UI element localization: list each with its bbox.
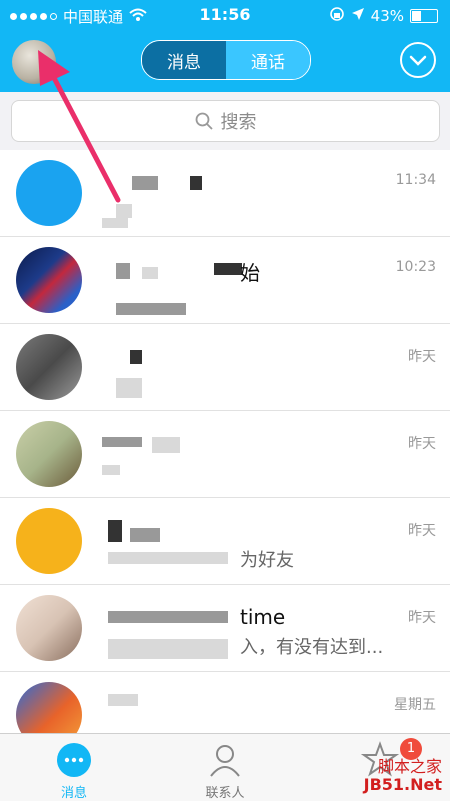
conversation-list: 11:34 始 10:23 昨天 昨天 为好友 昨天 time 入，有没有达到.… bbox=[0, 150, 450, 759]
status-bar: 中国联通 11:56 43% bbox=[0, 0, 450, 30]
contact-avatar bbox=[16, 595, 82, 661]
conversation-row[interactable]: 11:34 bbox=[0, 150, 450, 237]
contact-name-redacted bbox=[102, 172, 282, 196]
message-bubble-icon bbox=[54, 740, 94, 780]
search-icon bbox=[195, 112, 213, 130]
app-header: 中国联通 11:56 43% 消息 通话 bbox=[0, 0, 450, 92]
more-dropdown-button[interactable] bbox=[400, 42, 436, 78]
contact-avatar bbox=[16, 160, 82, 226]
search-placeholder: 搜索 bbox=[220, 112, 257, 133]
tab-contacts-label: 联系人 bbox=[205, 786, 245, 801]
conversation-row[interactable]: 昨天 bbox=[0, 411, 450, 498]
location-icon bbox=[351, 7, 365, 25]
message-preview-redacted bbox=[102, 287, 402, 315]
contact-avatar bbox=[16, 421, 82, 487]
conversation-row[interactable]: 为好友 昨天 bbox=[0, 498, 450, 585]
conversation-row[interactable]: 昨天 bbox=[0, 324, 450, 411]
message-preview-redacted bbox=[102, 200, 402, 228]
contact-avatar bbox=[16, 247, 82, 313]
rotation-lock-icon bbox=[329, 6, 345, 26]
message-time: 昨天 bbox=[408, 610, 436, 626]
message-time: 昨天 bbox=[408, 523, 436, 539]
tab-calls[interactable]: 通话 bbox=[226, 41, 310, 79]
message-preview-redacted bbox=[102, 374, 402, 398]
contact-name-visible: 始 bbox=[240, 261, 260, 285]
site-watermark: 脚本之家 JB51.Net bbox=[364, 758, 442, 794]
chevron-down-icon bbox=[409, 55, 427, 66]
contact-avatar bbox=[16, 508, 82, 574]
contact-name-redacted bbox=[102, 346, 282, 370]
tab-messages-label: 消息 bbox=[60, 786, 87, 801]
conversation-row[interactable]: time 入，有没有达到... 昨天 bbox=[0, 585, 450, 672]
contacts-person-icon bbox=[205, 740, 245, 780]
my-avatar[interactable] bbox=[12, 40, 56, 84]
watermark-line-1: 脚本之家 bbox=[377, 757, 442, 776]
message-time: 昨天 bbox=[408, 436, 436, 452]
status-right: 43% bbox=[329, 6, 438, 26]
conversation-row[interactable]: 始 10:23 bbox=[0, 237, 450, 324]
message-preview-redacted bbox=[102, 635, 402, 659]
message-preview-redacted bbox=[102, 548, 402, 572]
tab-bar-contacts[interactable]: 联系人 bbox=[180, 740, 270, 801]
message-time: 10:23 bbox=[395, 259, 436, 275]
battery-icon bbox=[410, 9, 438, 23]
message-time: 昨天 bbox=[408, 349, 436, 365]
tab-bar-messages[interactable]: 消息 bbox=[29, 740, 119, 801]
segment-control: 消息 通话 bbox=[141, 40, 311, 80]
message-time: 11:34 bbox=[395, 172, 436, 188]
contact-avatar bbox=[16, 334, 82, 400]
contact-name-redacted bbox=[102, 433, 282, 457]
message-time: 星期五 bbox=[394, 697, 436, 713]
search-input[interactable]: 搜索 bbox=[11, 100, 440, 142]
battery-percent: 43% bbox=[370, 7, 404, 25]
message-preview-redacted bbox=[102, 461, 402, 485]
contact-name-redacted bbox=[102, 694, 282, 718]
contact-name-redacted bbox=[102, 520, 282, 544]
search-area: 搜索 bbox=[0, 92, 450, 151]
watermark-line-2: JB51.Net bbox=[363, 775, 442, 794]
tab-messages[interactable]: 消息 bbox=[142, 41, 226, 79]
contact-name-visible: time bbox=[240, 605, 286, 629]
